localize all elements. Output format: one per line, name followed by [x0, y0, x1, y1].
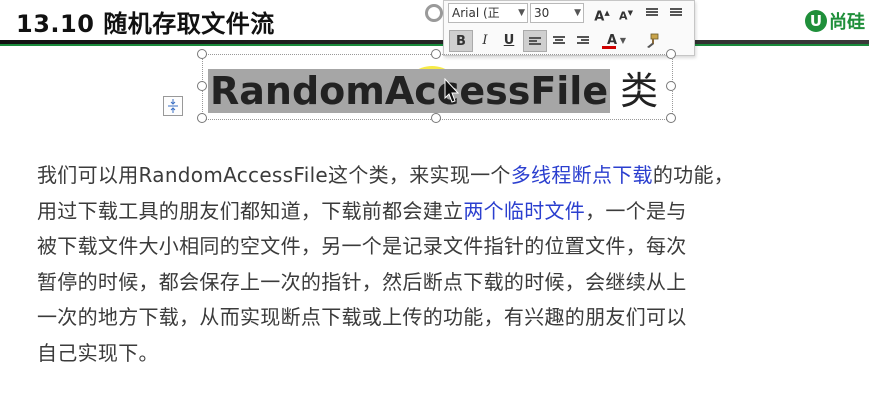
paragraph-line: 我们可以用RandomAccessFile这个类，来实现一个多线程断点下载的功能…	[37, 158, 837, 194]
format-painter-button[interactable]	[640, 30, 664, 52]
layout-options-button[interactable]	[163, 96, 183, 116]
paragraph-line: 自己实现下。	[37, 336, 837, 372]
layout-options-icon	[168, 99, 178, 113]
header-accent-line	[0, 44, 869, 46]
grow-font-icon: A	[594, 9, 605, 25]
highlighted-term: 多线程断点下载	[510, 163, 653, 187]
italic-button[interactable]: I	[473, 30, 497, 52]
paragraph-text: 我们可以用RandomAccessFile这个类，来实现一个	[37, 163, 511, 187]
paragraph-text: 用过下载工具的朋友们都知道，下载前都会建立	[37, 198, 464, 223]
circle-icon	[425, 4, 443, 22]
slide-title: 13.10 随机存取文件流	[16, 10, 275, 38]
underline-button[interactable]: U	[497, 30, 521, 52]
font-name-value: Arial (正	[452, 6, 500, 20]
shrink-font-button[interactable]: A▼	[614, 2, 638, 24]
brand-logo: U 尚硅	[805, 8, 865, 34]
resize-handle[interactable]	[197, 113, 207, 123]
paintbrush-icon	[647, 33, 659, 48]
paragraph-text: 暂停的时候，都会保存上一次的指针，然后断点下载的时候，会继续从上	[37, 269, 687, 294]
paragraph-text: 自己实现下。	[37, 340, 159, 365]
resize-handle[interactable]	[197, 49, 207, 59]
body-paragraph: 我们可以用RandomAccessFile这个类，来实现一个多线程断点下载的功能…	[37, 158, 837, 371]
slide-heading[interactable]: RandomAccessFile 类	[208, 60, 658, 115]
paragraph-text: 被下载文件大小相同的空文件，另一个是记录文件指针的位置文件，每次	[37, 234, 687, 258]
font-size-dropdown[interactable]: 30 ▼	[530, 3, 584, 23]
increase-indent-button[interactable]	[664, 2, 688, 24]
paragraph-line: 用过下载工具的朋友们都知道，下载前都会建立两个临时文件，一个是与	[37, 194, 837, 230]
grow-font-button[interactable]: A▲	[590, 2, 614, 24]
paragraph-text: 一次的地方下载，从而实现断点下载或上传的功能，有兴趣的朋友们可以	[37, 305, 687, 329]
bold-button[interactable]: B	[449, 30, 473, 52]
paragraph-line: 被下载文件大小相同的空文件，另一个是记录文件指针的位置文件，每次	[37, 229, 837, 265]
heading-suffix[interactable]: 类	[620, 69, 658, 113]
font-color-button[interactable]: A ▼	[597, 30, 627, 52]
paragraph-line: 暂停的时候，都会保存上一次的指针，然后断点下载的时候，会继续从上	[37, 265, 837, 301]
paragraph-text: ，一个是与	[585, 198, 687, 223]
resize-handle[interactable]	[666, 49, 676, 59]
resize-handle[interactable]	[666, 81, 676, 91]
align-right-icon	[577, 36, 589, 46]
font-size-value: 30	[534, 6, 550, 20]
shrink-font-icon: A	[619, 9, 628, 23]
mini-format-toolbar: Arial (正 ▼ 30 ▼ A▲ A▼ B I U A ▼	[443, 0, 695, 56]
align-left-icon	[529, 37, 541, 47]
font-color-swatch	[602, 46, 616, 49]
paragraph-line: 一次的地方下载，从而实现断点下载或上传的功能，有兴趣的朋友们可以	[37, 300, 837, 336]
paragraph-text: 的功能，	[652, 163, 735, 187]
align-right-button[interactable]	[571, 30, 595, 52]
logo-mark-icon: U	[805, 10, 827, 32]
selected-heading-text[interactable]: RandomAccessFile	[208, 69, 611, 113]
decrease-indent-icon	[646, 8, 658, 18]
font-name-dropdown[interactable]: Arial (正 ▼	[448, 3, 528, 23]
chevron-down-icon: ▼	[574, 8, 581, 18]
logo-text: 尚硅	[829, 12, 865, 33]
increase-indent-icon	[670, 8, 682, 18]
resize-handle[interactable]	[197, 81, 207, 91]
resize-handle[interactable]	[431, 49, 441, 59]
chevron-down-icon: ▼	[619, 36, 626, 45]
align-center-icon	[553, 36, 565, 46]
resize-handle[interactable]	[666, 113, 676, 123]
highlighted-term: 两个临时文件	[463, 198, 586, 223]
mouse-pointer-icon	[444, 78, 460, 103]
decrease-indent-button[interactable]	[640, 2, 664, 24]
align-left-button[interactable]	[523, 30, 547, 52]
align-center-button[interactable]	[547, 30, 571, 52]
chevron-down-icon: ▼	[518, 8, 525, 18]
